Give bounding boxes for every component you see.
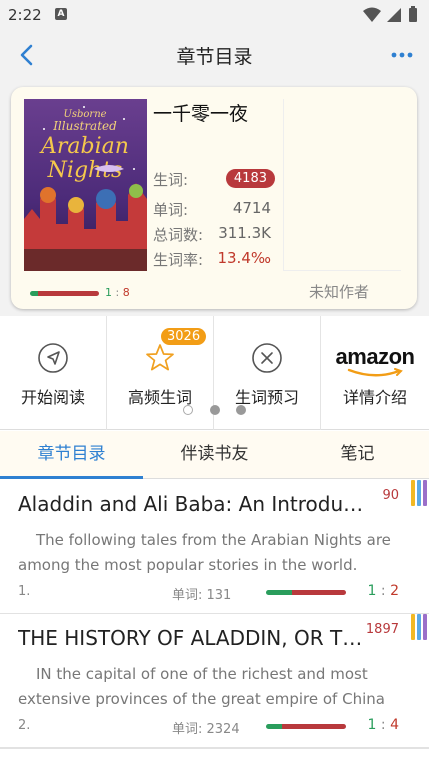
navigation-arrow-icon [38,343,68,373]
details-button[interactable]: amazon 详情介绍 [321,316,429,430]
rate-value: 13.4‰ [217,249,271,267]
page-title: 章节目录 [176,46,253,68]
cover-illustration: Usborne Illustrated Arabian Nights [24,99,147,271]
book-ratio-known: 1 [105,286,112,299]
chapter-item[interactable]: Aladdin and Ali Baba: An Introductory No… [0,480,429,614]
chapter-level-stripes [411,480,427,506]
chapter-progress-known [266,724,282,729]
status-time: 2:22 [8,6,42,24]
status-icons [363,6,417,22]
chapter-title: THE HISTORY OF ALADDIN, OR THE WONDERFUL… [18,626,374,650]
signal-icon [387,8,401,22]
chapter-ratio-sep: : [376,583,391,599]
notification-icon: A [55,8,67,20]
chapter-new-words: 90 [382,488,399,503]
cover-series: Illustrated [52,119,117,133]
total-words-label: 总词数: [153,226,204,244]
app-bar: 章节目录 [0,30,429,80]
new-words-label: 生词: [153,171,189,189]
chapter-progress-unknown [282,724,346,729]
wifi-icon [363,7,381,22]
book-progress-bar [30,291,99,296]
tab-active-indicator [0,476,143,479]
words-value: 4714 [232,199,271,217]
total-words-value: 311.3K [218,224,271,242]
chapter-description: IN the capital of one of the richest and… [18,665,385,708]
status-bar: 2:22 A [0,0,429,30]
chapter-ratio: 1 : 4 [368,717,399,733]
star-icon [146,344,174,371]
page-dot-2[interactable] [210,405,220,415]
chapter-ratio-unknown: 2 [390,583,399,599]
tab-companions[interactable]: 伴读书友 [143,431,286,479]
chapter-word-count: 单词: 2324 [172,722,240,737]
tab-chapters[interactable]: 章节目录 [0,431,143,479]
chapter-level-stripes [411,614,427,640]
book-card[interactable]: Usborne Illustrated Arabian Nights 一千零一夜… [11,87,417,309]
chapter-new-words: 1897 [365,622,399,637]
page-dot-3[interactable] [236,405,246,415]
book-cover[interactable]: Usborne Illustrated Arabian Nights [24,99,147,271]
start-reading-button[interactable]: 开始阅读 [0,316,107,430]
page-indicator [183,405,249,417]
chapter-ratio-sep: : [376,717,391,733]
book-title: 一千零一夜 [153,103,249,125]
tab-bar: 章节目录 伴读书友 笔记 [0,431,429,479]
new-words-badge: 4183 [225,169,275,188]
chapter-ratio-unknown: 4 [390,717,399,733]
chapter-index: 2. [18,718,31,733]
page-dot-1[interactable] [183,405,193,415]
chapter-index: 1. [18,584,31,599]
next-chapter-item[interactable] [0,748,429,764]
chapter-title: Aladdin and Ali Baba: An Introductory No… [18,492,374,516]
details-label: 详情介绍 [342,388,407,407]
book-ratio-sep: : [112,286,123,299]
book-progress-known [30,291,38,296]
chapter-word-count: 单词: 131 [172,588,232,603]
chapter-progress-known [266,590,293,595]
more-dots-icon[interactable] [389,42,415,68]
chapter-ratio: 1 : 2 [368,583,399,599]
chapter-description: The following tales from the Arabian Nig… [18,531,391,574]
chapter-progress-bar [266,590,346,595]
chapter-progress-bar [266,724,346,729]
rate-label: 生词率: [153,251,204,269]
chapter-progress-unknown [292,590,346,595]
amazon-smile-icon [347,368,403,377]
close-circle-icon [252,343,282,373]
amazon-logo: amazon [335,344,415,369]
author-panel [283,99,401,271]
author-name[interactable]: 未知作者 [309,281,369,302]
book-ratio-unknown: 8 [122,286,130,299]
book-ratio: 1 : 8 [105,286,130,299]
cover-title-line1: Arabian [39,134,129,159]
words-label: 单词: [153,201,189,219]
battery-icon [409,8,417,22]
start-reading-label: 开始阅读 [20,388,85,407]
chapter-item[interactable]: THE HISTORY OF ALADDIN, OR THE WONDERFUL… [0,614,429,748]
tab-notes[interactable]: 笔记 [286,431,429,479]
book-progress-unknown [37,291,99,296]
